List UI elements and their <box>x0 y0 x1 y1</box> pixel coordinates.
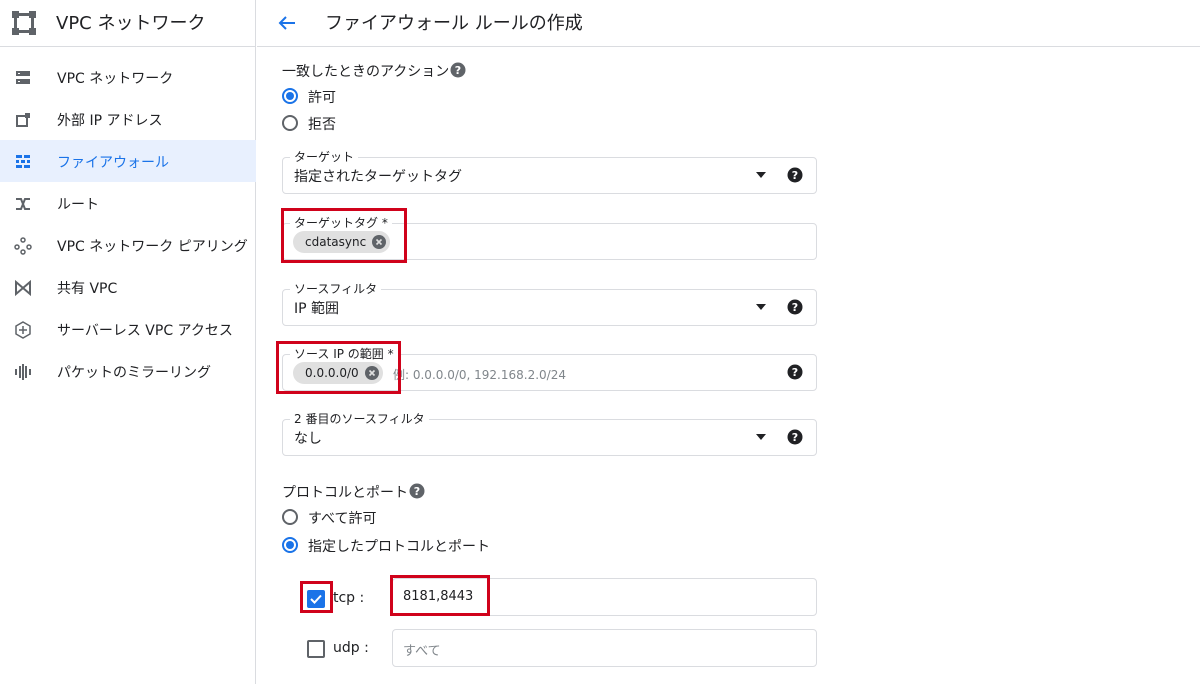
radio-selected-icon <box>282 88 298 104</box>
select-value: IP 範囲 <box>294 301 340 317</box>
help-icon[interactable]: ? <box>787 299 803 315</box>
vpc-product-icon <box>12 11 36 35</box>
sidebar-item-label: VPC ネットワーク ピアリング <box>57 239 248 255</box>
action-section-title: 一致したときのアクション <box>282 64 450 80</box>
tag-chip: cdatasync <box>293 231 391 253</box>
tcp-checkbox[interactable] <box>307 590 325 608</box>
sidebar-header: VPC ネットワーク <box>0 0 255 47</box>
firewall-icon <box>16 155 30 168</box>
route-icon <box>16 198 30 210</box>
help-icon[interactable]: ? <box>787 364 803 380</box>
tcp-ports-input[interactable]: 8181,8443 <box>392 578 817 616</box>
shared-vpc-icon <box>15 279 31 297</box>
protocols-section-title: プロトコルとポート <box>282 485 408 501</box>
external-ip-icon <box>16 113 30 127</box>
field-label: ターゲット <box>290 149 359 165</box>
help-icon[interactable]: ? <box>409 483 425 499</box>
chip-text: 0.0.0.0/0 <box>305 366 359 380</box>
sidebar-item-route[interactable]: ルート <box>0 182 256 224</box>
radio-selected-icon <box>282 537 298 553</box>
chip-text: cdatasync <box>305 235 367 249</box>
chip-remove-icon[interactable] <box>364 366 379 380</box>
sidebar-item-label: 共有 VPC <box>57 281 118 297</box>
dropdown-caret-icon[interactable] <box>756 172 766 178</box>
sidebar-item-vpc-network[interactable]: VPC ネットワーク <box>0 56 256 98</box>
sidebar-item-label: VPC ネットワーク <box>57 71 174 87</box>
radio-label: 指定したプロトコルとポート <box>308 539 490 555</box>
select-value: 指定されたターゲットタグ <box>294 169 462 185</box>
serverless-icon <box>15 321 31 339</box>
sidebar-item-packet-mirroring[interactable]: パケットのミラーリング <box>0 350 256 392</box>
help-icon[interactable]: ? <box>787 167 803 183</box>
sidebar-item-peering[interactable]: VPC ネットワーク ピアリング <box>0 224 256 266</box>
field-label: ターゲットタグ * <box>290 215 392 231</box>
source-ip-hint: 例: 0.0.0.0/0, 192.168.2.0/24 <box>393 368 566 382</box>
udp-checkbox[interactable] <box>307 640 325 658</box>
field-label: ソース IP の範囲 * <box>290 346 398 362</box>
sidebar-item-label: ルート <box>57 197 99 213</box>
svg-text:?: ? <box>792 366 798 379</box>
svg-text:?: ? <box>792 301 798 314</box>
packet-mirroring-icon <box>15 364 31 380</box>
page-title: ファイアウォール ルールの作成 <box>325 13 583 34</box>
udp-ports-placeholder: すべて <box>403 644 441 659</box>
sidebar: VPC ネットワーク VPC ネットワーク 外部 IP アドレス ファイアウォー… <box>0 0 256 684</box>
sidebar-item-firewall[interactable]: ファイアウォール <box>0 140 256 182</box>
source-ip-ranges-field[interactable]: ソース IP の範囲 * 0.0.0.0/0 例: 0.0.0.0/0, 192… <box>282 346 817 391</box>
dropdown-caret-icon[interactable] <box>756 434 766 440</box>
svg-text:?: ? <box>414 485 420 498</box>
sidebar-item-shared-vpc[interactable]: 共有 VPC <box>0 266 256 308</box>
field-label: ソースフィルタ <box>290 281 382 297</box>
radio-unselected-icon <box>282 115 298 131</box>
target-tags-field[interactable]: ターゲットタグ * cdatasync <box>282 215 817 260</box>
back-arrow-icon[interactable] <box>274 10 300 36</box>
help-icon[interactable]: ? <box>787 429 803 445</box>
field-label: 2 番目のソースフィルタ <box>290 411 429 427</box>
ip-range-chip: 0.0.0.0/0 <box>293 362 383 384</box>
udp-label: udp : <box>333 640 369 656</box>
source-filter-select[interactable]: ソースフィルタ IP 範囲 ? <box>282 281 817 326</box>
udp-ports-input[interactable]: すべて <box>392 629 817 667</box>
chip-remove-icon[interactable] <box>372 235 387 249</box>
radio-label: 許可 <box>308 90 336 106</box>
sidebar-item-label: パケットのミラーリング <box>57 365 211 381</box>
checkmark-icon <box>310 594 322 604</box>
sidebar-item-label: サーバーレス VPC アクセス <box>57 323 233 339</box>
vpc-network-icon <box>16 71 30 84</box>
sidebar-item-label: 外部 IP アドレス <box>57 113 163 129</box>
radio-label: 拒否 <box>308 117 336 133</box>
page-header: ファイアウォール ルールの作成 <box>257 0 1200 47</box>
radio-unselected-icon <box>282 509 298 525</box>
sidebar-item-label: ファイアウォール <box>57 155 169 171</box>
svg-text:?: ? <box>792 169 798 182</box>
second-source-filter-select[interactable]: 2 番目のソースフィルタ なし ? <box>282 411 817 456</box>
tcp-ports-value: 8181,8443 <box>403 589 474 604</box>
sidebar-item-serverless[interactable]: サーバーレス VPC アクセス <box>0 308 256 350</box>
peering-icon <box>14 237 32 255</box>
sidebar-title: VPC ネットワーク <box>56 13 206 34</box>
tcp-label: tcp : <box>333 590 365 606</box>
help-icon[interactable]: ? <box>450 62 466 78</box>
radio-label: すべて許可 <box>308 511 377 527</box>
svg-text:?: ? <box>792 431 798 444</box>
select-value: なし <box>294 431 322 447</box>
sidebar-item-external-ip[interactable]: 外部 IP アドレス <box>0 98 256 140</box>
target-select[interactable]: ターゲット 指定されたターゲットタグ ? <box>282 149 817 194</box>
svg-text:?: ? <box>455 64 461 77</box>
dropdown-caret-icon[interactable] <box>756 304 766 310</box>
app-window: VPC ネットワーク VPC ネットワーク 外部 IP アドレス ファイアウォー… <box>0 0 1200 684</box>
